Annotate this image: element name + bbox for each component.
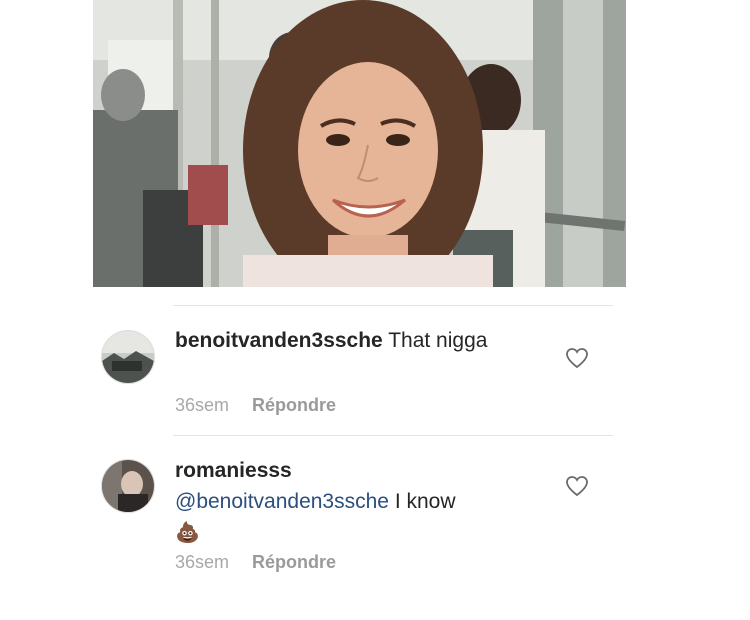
- landscape-avatar-icon: [102, 331, 154, 383]
- comment-username[interactable]: romaniesss: [175, 459, 292, 482]
- heart-outline-icon[interactable]: [565, 475, 589, 497]
- divider: [173, 435, 613, 436]
- comment-time: 36sem: [175, 395, 230, 415]
- user-avatar[interactable]: [101, 459, 155, 513]
- comment-username[interactable]: benoitvanden3ssche: [175, 329, 383, 352]
- user-avatar[interactable]: [101, 330, 155, 384]
- reply-button[interactable]: Répondre: [252, 552, 336, 572]
- comment-meta: 36sem Répondre: [175, 552, 336, 573]
- comment-text: romaniesss @benoitvanden3ssche I know 💩: [175, 455, 555, 549]
- person-avatar-icon: [102, 460, 154, 512]
- comment-mention[interactable]: @benoitvanden3ssche: [175, 490, 389, 513]
- heart-outline-icon[interactable]: [565, 347, 589, 369]
- post-card: benoitvanden3ssche That nigga 36sem Répo…: [78, 0, 626, 580]
- comment-body: That nigga: [388, 329, 488, 352]
- bus-selfie-image: [93, 0, 626, 287]
- poop-emoji: 💩: [175, 522, 200, 544]
- reply-button[interactable]: Répondre: [252, 395, 336, 415]
- divider: [173, 305, 613, 306]
- comment-time: 36sem: [175, 552, 230, 572]
- comment-text: benoitvanden3ssche That nigga: [175, 325, 555, 356]
- comment-meta: 36sem Répondre: [175, 395, 336, 416]
- comment-body: I know: [394, 490, 456, 513]
- post-photo[interactable]: [93, 0, 626, 287]
